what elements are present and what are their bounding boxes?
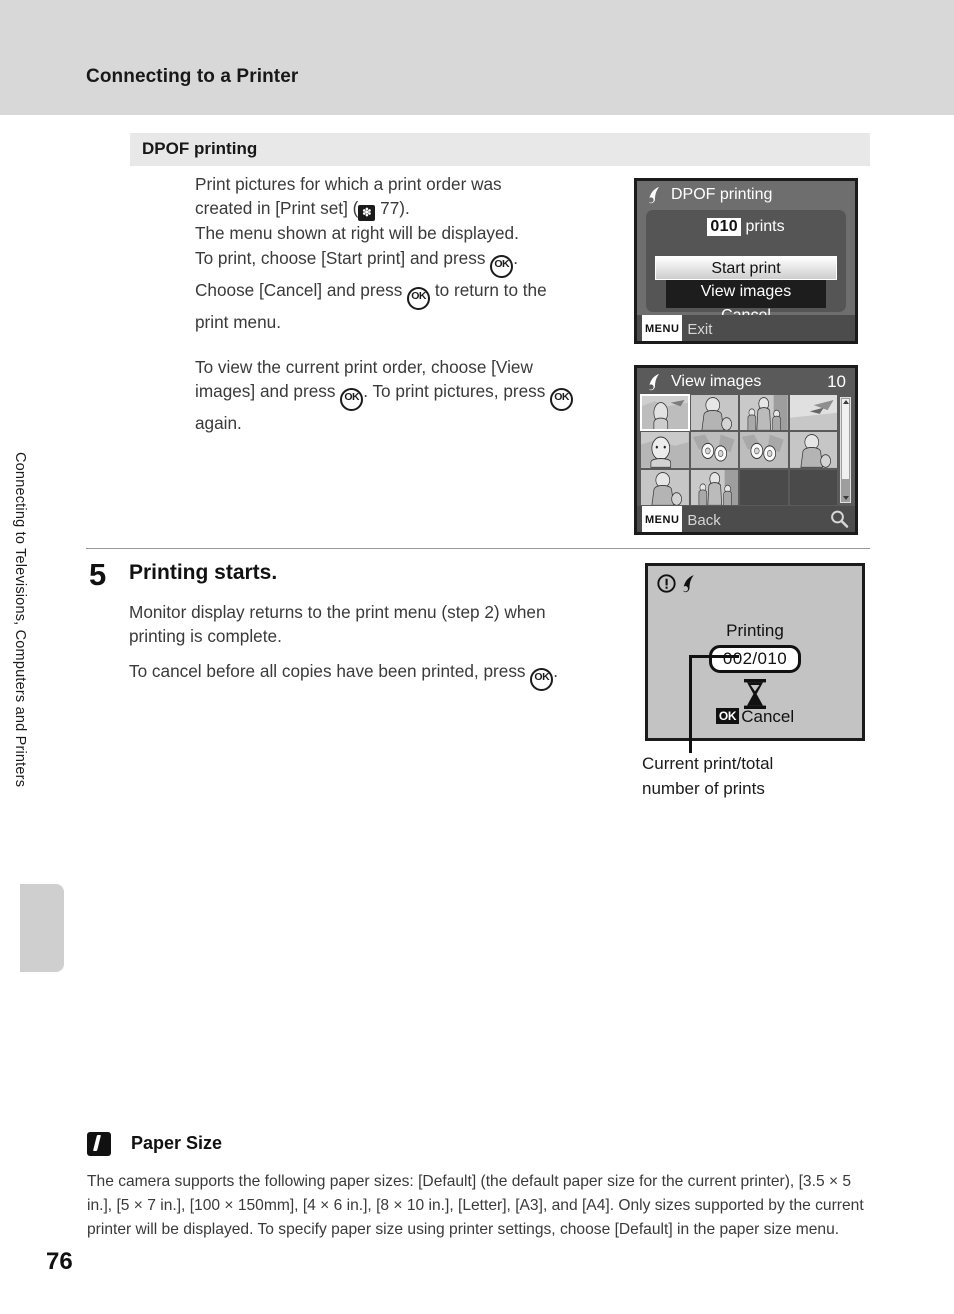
camera-screen-view-images: View images 10 MENU Back: [634, 365, 858, 535]
paragraph-2-part-b: . To print pictures, press: [363, 381, 551, 402]
dpof-print-count-value[interactable]: 010: [707, 218, 742, 236]
pencil-note-icon: [87, 1132, 111, 1156]
printer-icon: [679, 573, 700, 599]
ok-button-icon: OK: [490, 254, 514, 278]
step-body-monitor-return: Monitor display returns to the print men…: [129, 602, 546, 647]
section-heading-band: DPOF printing: [130, 133, 870, 166]
view-images-count: 10: [827, 372, 846, 391]
dpof-menu-item-start-print[interactable]: Start print: [655, 256, 837, 280]
printing-progress-value: 002/010: [708, 645, 802, 673]
paragraph-1-ref: 77).: [380, 198, 410, 219]
step-body-cancel: To cancel before all copies have been pr…: [129, 659, 629, 691]
thumbnail-scrollbar[interactable]: [840, 397, 851, 503]
callout-line-vertical: [689, 655, 692, 753]
page-header-band: [0, 0, 954, 115]
camera-screen-printing: Printing 002/010 OK Cancel: [645, 563, 865, 741]
thumbnail-grid: [640, 393, 837, 505]
paragraph-1-part-a: Print pictures for which a print order w…: [195, 174, 502, 219]
page-title: Connecting to a Printer: [86, 66, 299, 87]
thumbnail-item[interactable]: [690, 432, 738, 468]
thumbnail-item[interactable]: [690, 469, 738, 505]
warning-icon: [657, 574, 676, 598]
ok-button-icon: OK: [530, 668, 554, 691]
dpof-footer-label: Exit: [687, 321, 713, 338]
ok-button-icon: OK: [340, 388, 364, 412]
view-images-footer: MENU Back: [637, 506, 855, 532]
step-body-2-part-b: .: [553, 661, 559, 681]
printing-status-icons: [657, 573, 700, 599]
menu-button-icon: MENU: [642, 506, 683, 532]
dpof-print-count-label: prints: [745, 218, 785, 235]
thumbnail-item[interactable]: [789, 395, 837, 431]
dpof-screen-title: DPOF printing: [671, 186, 773, 203]
thumbnail-slot-empty: [740, 469, 788, 505]
thumbnail-item[interactable]: [740, 395, 788, 431]
step-divider: [86, 548, 870, 549]
thumbnail-item[interactable]: [641, 469, 689, 505]
view-images-title: View images: [671, 373, 762, 390]
paragraph-view-order: To view the current print order, choose …: [195, 355, 615, 436]
page-number: 76: [46, 1248, 73, 1275]
ok-button-icon: OK: [715, 708, 740, 724]
step-body-2-part-a: To cancel before all copies have been pr…: [129, 661, 531, 681]
chapter-label: Connecting to Televisions, Computers and…: [12, 452, 28, 788]
view-images-footer-label: Back: [687, 512, 721, 529]
thumbnail-item[interactable]: [641, 432, 689, 468]
thumbnail-item[interactable]: [740, 432, 788, 468]
dpof-panel: 010 prints Start print View images Cance…: [646, 210, 846, 324]
note-title: Paper Size: [131, 1133, 223, 1153]
printing-progress-wrap: 002/010: [648, 645, 862, 673]
menu-button-icon: MENU: [642, 315, 683, 341]
step-title: Printing starts.: [129, 561, 278, 584]
thumbnail-slot-empty: [789, 469, 837, 505]
chapter-tab-marker: [20, 884, 64, 972]
thumbnail-item[interactable]: [789, 432, 837, 468]
dpof-screen-titlebar: DPOF printing: [637, 181, 855, 209]
note-body: The camera supports the following paper …: [87, 1173, 864, 1238]
ok-button-icon: OK: [407, 286, 431, 310]
magnifier-icon[interactable]: [829, 509, 849, 529]
paragraph-dpof-intro: Print pictures for which a print order w…: [195, 172, 615, 334]
ok-button-icon: OK: [550, 388, 574, 412]
callout-caption: Current print/total number of prints: [642, 754, 774, 798]
camera-screen-dpof-printing: DPOF printing 010 prints Start print Vie…: [634, 178, 858, 344]
printing-cancel-label: Cancel: [741, 707, 795, 726]
dpof-print-count-row: 010 prints: [646, 218, 846, 236]
thumbnail-item[interactable]: [690, 395, 738, 431]
dpof-menu-list: Start print View images Cancel: [655, 256, 837, 324]
scrollbar-thumb[interactable]: [842, 399, 849, 479]
reference-icon: ❇: [358, 205, 376, 222]
callout-line-horizontal: [689, 655, 739, 658]
paragraph-1-part-b: The menu shown at right will be displaye…: [195, 223, 519, 268]
printing-cancel-row[interactable]: OK Cancel: [648, 707, 862, 727]
step-number: 5: [89, 557, 107, 592]
dpof-menu-item-view-images[interactable]: View images: [666, 280, 826, 304]
view-images-titlebar: View images 10: [637, 368, 855, 395]
paragraph-2-part-c: again.: [195, 413, 242, 434]
scroll-up-arrow-icon[interactable]: [843, 400, 849, 404]
printing-status-label: Printing: [726, 621, 784, 640]
section-heading-text: DPOF printing: [142, 139, 258, 158]
scroll-down-arrow-icon[interactable]: [843, 496, 849, 500]
thumbnail-item[interactable]: [640, 393, 690, 432]
dpof-screen-footer: MENU Exit: [637, 315, 855, 341]
